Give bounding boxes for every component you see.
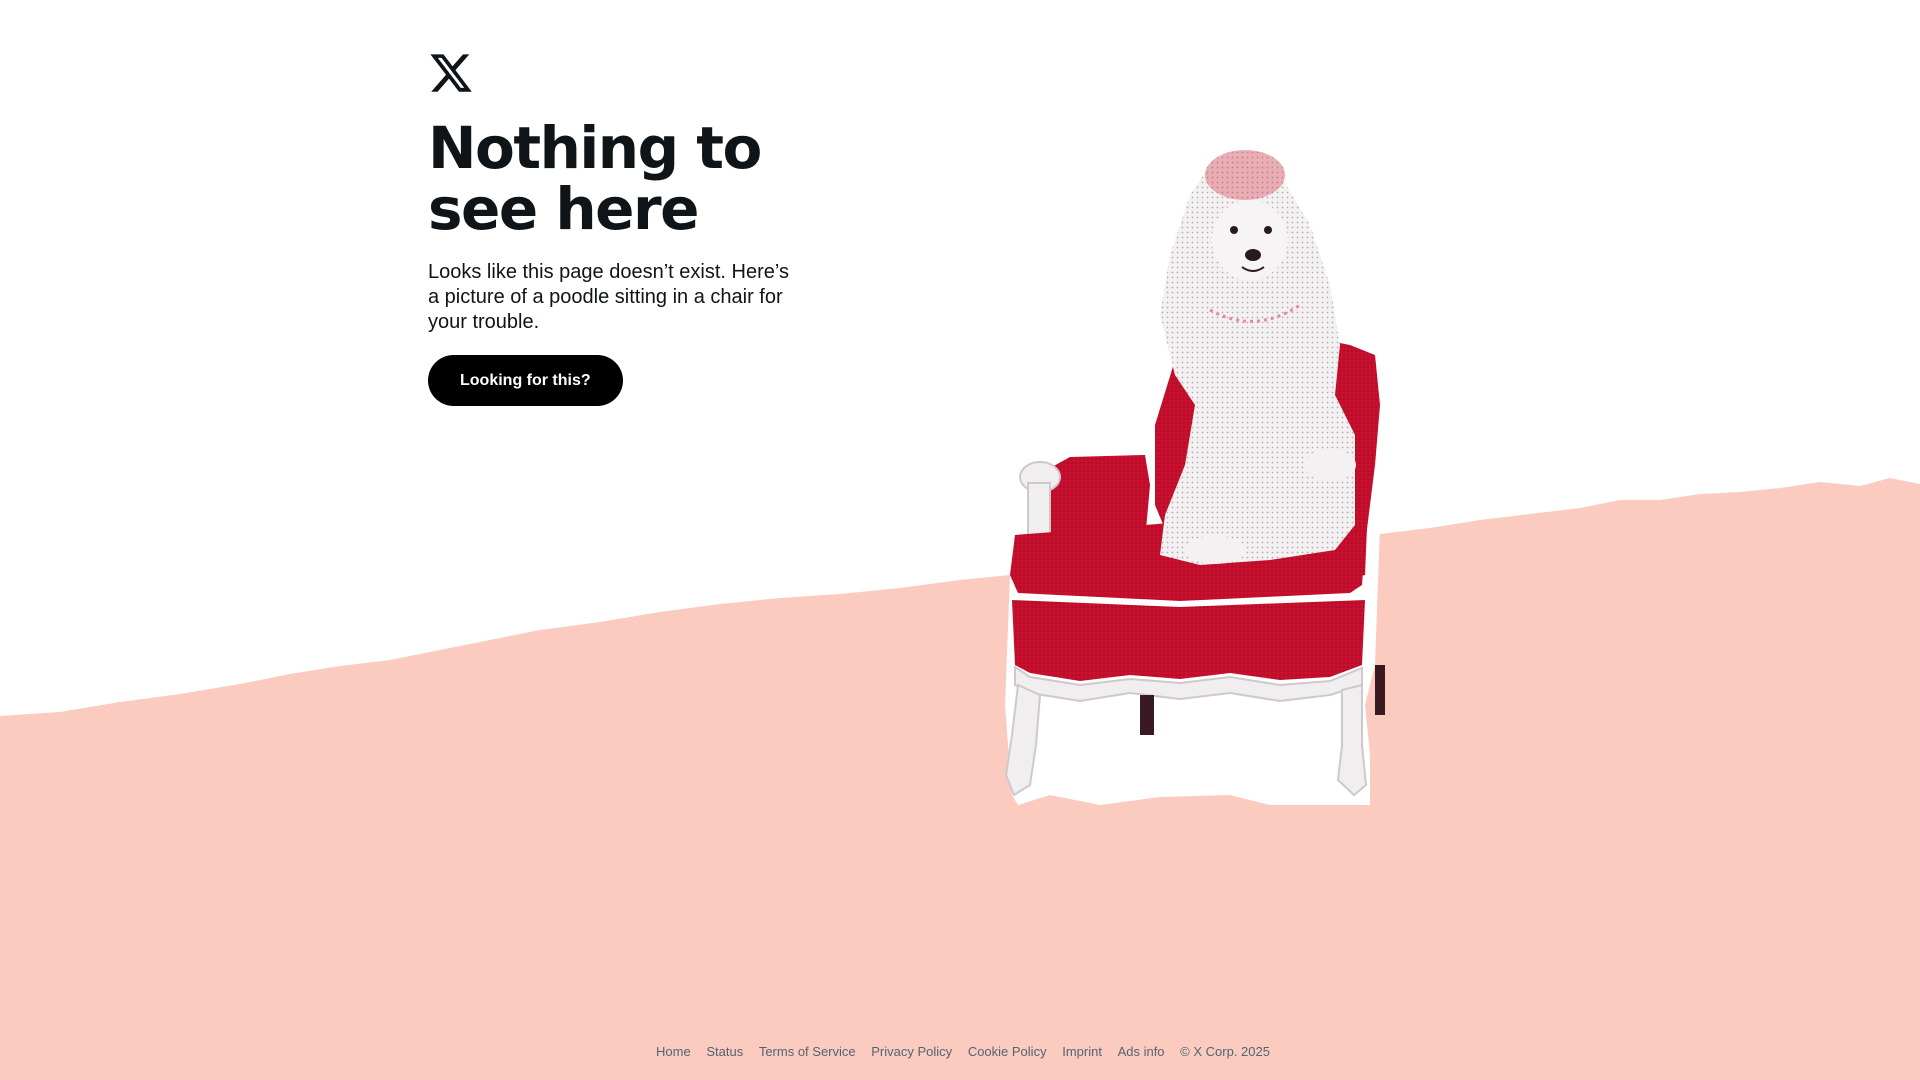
footer-link-cookie[interactable]: Cookie Policy [968,1044,1047,1059]
footer: Home Status Terms of Service Privacy Pol… [0,1044,1920,1059]
page-title-line-2: see here [428,175,699,243]
error-content: Nothing to see here Looks like this page… [428,50,808,406]
x-logo-icon[interactable] [428,50,474,96]
footer-copyright: © X Corp. 2025 [1180,1044,1270,1059]
footer-link-privacy[interactable]: Privacy Policy [871,1044,952,1059]
page-title-line-1: Nothing to [428,114,762,182]
error-description: Looks like this page doesn’t exist. Here… [428,261,789,333]
poodle-in-chair-illustration [1004,150,1395,805]
page-title: Nothing to see here [428,118,808,240]
footer-link-home[interactable]: Home [656,1044,691,1059]
footer-link-status[interactable]: Status [706,1044,743,1059]
pink-background-shape [0,478,1920,1080]
footer-link-imprint[interactable]: Imprint [1062,1044,1102,1059]
error-page: Nothing to see here Looks like this page… [0,0,1920,1080]
looking-for-this-button[interactable]: Looking for this? [428,355,623,406]
footer-link-ads-info[interactable]: Ads info [1118,1044,1165,1059]
footer-link-terms[interactable]: Terms of Service [759,1044,856,1059]
